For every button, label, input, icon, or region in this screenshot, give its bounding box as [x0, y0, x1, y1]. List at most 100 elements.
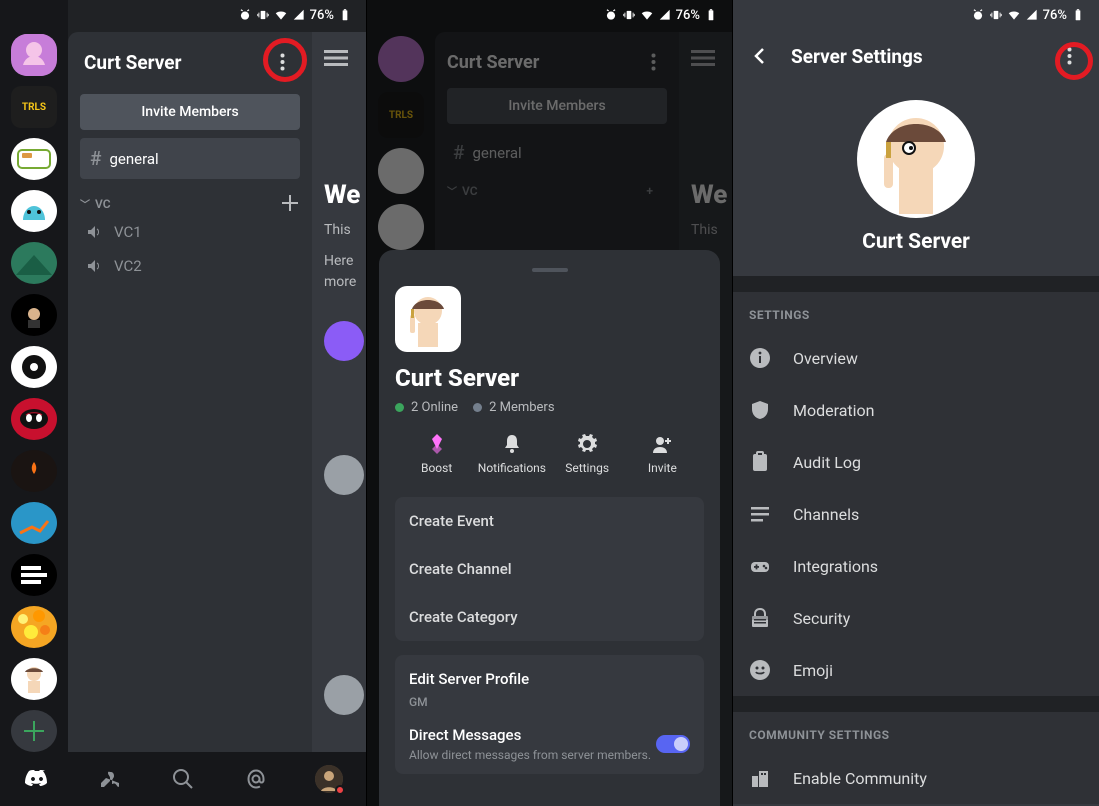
- alarm-icon: [238, 8, 252, 22]
- dm-sub: Allow direct messages from server member…: [409, 748, 651, 762]
- more-button[interactable]: [1055, 42, 1083, 70]
- server-icon[interactable]: [11, 242, 57, 284]
- server-icon[interactable]: [11, 34, 57, 76]
- settings-row-audit[interactable]: Audit Log: [733, 436, 1099, 488]
- voice-category[interactable]: ﹀VC: [68, 185, 312, 215]
- create-group: Create Event Create Channel Create Categ…: [395, 497, 704, 641]
- chevron-down-icon: ﹀: [80, 200, 90, 211]
- signal-icon: [1025, 8, 1039, 22]
- wifi-icon: [274, 8, 288, 22]
- battery-percent: 76%: [676, 8, 700, 23]
- dm-toggle[interactable]: [656, 735, 690, 753]
- server-icon[interactable]: [11, 658, 57, 700]
- add-channel-icon[interactable]: [282, 195, 298, 211]
- tab-mentions[interactable]: [242, 765, 270, 793]
- battery-icon: [338, 8, 352, 22]
- settings-row-security[interactable]: Security: [733, 592, 1099, 644]
- settings-row-integrations[interactable]: Integrations: [733, 540, 1099, 592]
- server-icon[interactable]: [11, 554, 57, 596]
- settings-body: Server Settings Curt Server SETTINGS Ove…: [733, 0, 1099, 806]
- settings-action[interactable]: Settings: [550, 433, 625, 475]
- create-channel-item[interactable]: Create Channel: [395, 545, 704, 593]
- invite-action[interactable]: Invite: [625, 433, 700, 475]
- voice-channel[interactable]: VC2: [68, 249, 312, 283]
- welcome-sub: This: [324, 220, 366, 241]
- server-icon[interactable]: [11, 450, 57, 492]
- server-list-sidebar: TRLS: [0, 0, 68, 752]
- action-label: Invite: [648, 461, 677, 475]
- wifi-icon: [640, 8, 654, 22]
- tab-search[interactable]: [169, 765, 197, 793]
- alarm-icon: [971, 8, 985, 22]
- section-header-community: COMMUNITY SETTINGS: [733, 712, 1099, 752]
- screen-channel-list: 76% TRLS: [0, 0, 366, 806]
- action-label: Settings: [565, 461, 609, 475]
- create-event-item[interactable]: Create Event: [395, 497, 704, 545]
- row-label: Enable Community: [793, 769, 927, 788]
- profile-group: Edit Server Profile GM Direct Messages A…: [395, 655, 704, 774]
- settings-row-overview[interactable]: Overview: [733, 332, 1099, 384]
- online-count: 2 Online: [411, 400, 458, 415]
- server-icon[interactable]: [11, 138, 57, 180]
- gamepad-icon: [749, 555, 771, 577]
- community-icon: [749, 767, 771, 789]
- dm-title: Direct Messages: [409, 726, 651, 744]
- row-label: Moderation: [793, 401, 875, 420]
- tab-discord[interactable]: [23, 765, 51, 793]
- boost-action[interactable]: Boost: [399, 433, 474, 475]
- members-dot-icon: [473, 403, 482, 412]
- server-name-header[interactable]: Curt Server: [84, 51, 181, 74]
- settings-row-channels[interactable]: Channels: [733, 488, 1099, 540]
- row-label: Audit Log: [793, 453, 861, 472]
- row-label: Overview: [793, 349, 858, 368]
- sheet-server-name: Curt Server: [395, 364, 704, 392]
- bottom-tabbar: [0, 752, 366, 806]
- hamburger-icon[interactable]: [324, 46, 348, 70]
- screen-server-sheet: TRLS Curt Server Invite Members #general…: [366, 0, 733, 806]
- notification-badge: [335, 785, 345, 795]
- vibrate-icon: [256, 8, 270, 22]
- settings-row-emoji[interactable]: Emoji: [733, 644, 1099, 696]
- server-icon[interactable]: [11, 346, 57, 388]
- server-icon[interactable]: [11, 606, 57, 648]
- voice-channel-label: VC2: [114, 257, 142, 275]
- settings-row-enable-community[interactable]: Enable Community: [733, 752, 1099, 804]
- server-avatar: [395, 286, 461, 352]
- voice-channel[interactable]: VC1: [68, 215, 312, 249]
- server-icon[interactable]: [11, 502, 57, 544]
- settings-row-moderation[interactable]: Moderation: [733, 384, 1099, 436]
- row-label: Emoji: [793, 661, 833, 680]
- vibrate-icon: [989, 8, 1003, 22]
- chat-preview: We This Here more: [312, 32, 366, 752]
- page-title: Server Settings: [791, 45, 1055, 68]
- text-channel-general[interactable]: # general: [80, 138, 300, 179]
- server-menu-button[interactable]: [268, 48, 296, 76]
- signal-icon: [292, 8, 306, 22]
- server-icon[interactable]: [11, 190, 57, 232]
- server-avatar[interactable]: [857, 100, 975, 218]
- section-header-settings: SETTINGS: [733, 292, 1099, 332]
- screen-server-settings: 76% Server Settings Curt Server SETTINGS…: [733, 0, 1099, 806]
- notifications-action[interactable]: Notifications: [474, 433, 549, 475]
- welcome-heading: We: [324, 180, 366, 210]
- lines-icon: [749, 503, 771, 525]
- server-icon[interactable]: TRLS: [11, 86, 57, 128]
- invite-members-button[interactable]: Invite Members: [80, 94, 300, 130]
- tab-friends[interactable]: [96, 765, 124, 793]
- speaker-icon: [86, 224, 102, 240]
- battery-icon: [1071, 8, 1085, 22]
- channel-label: general: [109, 150, 158, 168]
- tab-profile[interactable]: [315, 765, 343, 793]
- invite-icon: [651, 433, 673, 455]
- server-actions-sheet: Curt Server 2 Online 2 Members Boost Not…: [379, 250, 720, 806]
- server-icon[interactable]: [11, 294, 57, 336]
- row-label: Security: [793, 609, 850, 628]
- add-server-button[interactable]: [11, 710, 57, 752]
- back-button[interactable]: [749, 45, 771, 67]
- shield-icon: [749, 399, 771, 421]
- create-category-item[interactable]: Create Category: [395, 593, 704, 641]
- speaker-icon: [86, 258, 102, 274]
- sheet-handle[interactable]: [532, 268, 568, 272]
- server-icon[interactable]: [11, 398, 57, 440]
- welcome-sub: Here: [324, 251, 366, 272]
